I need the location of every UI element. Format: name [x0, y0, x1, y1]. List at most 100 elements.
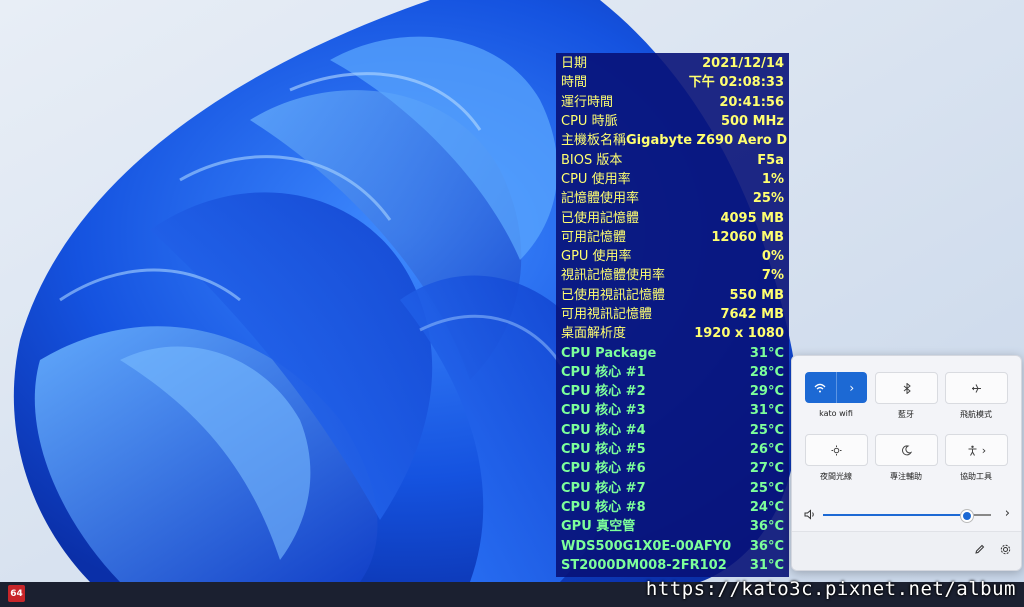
gear-icon[interactable] — [1000, 544, 1011, 555]
pencil-icon[interactable] — [974, 544, 985, 555]
monitor-row-value: 26°C — [749, 442, 784, 458]
monitor-row-value: 25% — [752, 191, 784, 207]
monitor-row-label: GPU 真空管 — [561, 519, 636, 535]
monitor-row-label: CPU 核心 #1 — [561, 364, 646, 380]
volume-row: › — [804, 506, 1010, 524]
accessibility-icon — [967, 445, 978, 456]
monitor-row-label: 視訊記憶體使用率 — [561, 268, 666, 284]
monitor-row-value: 31°C — [749, 557, 784, 573]
monitor-row-value: 29°C — [749, 384, 784, 400]
wifi-expand-chevron-icon[interactable]: › — [837, 372, 868, 403]
monitor-row-value: 25°C — [749, 480, 784, 496]
monitor-row-value: 27°C — [749, 461, 784, 477]
monitor-row-label: BIOS 版本 — [561, 152, 623, 168]
volume-slider-fill — [823, 514, 968, 516]
wifi-label: kato wifi — [819, 409, 853, 418]
monitor-row-label: WDS500G1X0E-00AFY0 — [561, 538, 732, 554]
monitor-row: BIOS 版本 F5a — [561, 150, 784, 169]
watermark-text: https://kato3c.pixnet.net/album — [645, 578, 1016, 600]
monitor-row-label: 已使用視訊記憶體 — [561, 287, 666, 303]
monitor-row-value: 1920 x 1080 — [694, 326, 784, 342]
monitor-row: 已使用視訊記憶體 550 MB — [561, 286, 784, 305]
monitor-row: 運行時間 20:41:56 — [561, 93, 784, 112]
monitor-row-label: 已使用記憶體 — [561, 210, 640, 226]
monitor-row-label: ST2000DM008-2FR102 — [561, 557, 727, 573]
quick-settings-flyout: › kato wifi 藍牙 飛航模式 夜間光線 專注輔助 › 協助工具 › — [791, 355, 1022, 571]
bluetooth-label: 藍牙 — [898, 410, 914, 419]
monitor-row: CPU 核心 #7 25°C — [561, 479, 784, 498]
monitor-row-value: 1% — [761, 171, 784, 187]
monitor-row: CPU 核心 #6 27°C — [561, 459, 784, 478]
quick-settings-footer — [792, 531, 1021, 570]
monitor-row-label: CPU Package — [561, 345, 657, 361]
accessibility-tile[interactable]: › — [945, 434, 1008, 466]
bluetooth-tile[interactable] — [875, 372, 938, 404]
monitor-row-value: 31°C — [749, 345, 784, 361]
monitor-row: CPU 核心 #2 29°C — [561, 382, 784, 401]
airplane-mode-tile[interactable] — [945, 372, 1008, 404]
monitor-row: 可用記憶體 12060 MB — [561, 228, 784, 247]
monitor-row-value: 下午 02:08:33 — [688, 75, 784, 91]
monitor-row-label: 桌面解析度 — [561, 326, 627, 342]
monitor-row: CPU 核心 #8 24°C — [561, 498, 784, 517]
wifi-toggle-tile[interactable]: › — [805, 372, 867, 403]
accessibility-label: 協助工具 — [960, 472, 992, 481]
monitor-row-value: 7642 MB — [720, 307, 784, 322]
monitor-row-value: 0% — [761, 249, 784, 265]
monitor-row: CPU 核心 #3 31°C — [561, 401, 784, 420]
bluetooth-icon — [903, 382, 911, 394]
monitor-row-value: 31°C — [749, 403, 784, 419]
monitor-row-label: 記憶體使用率 — [561, 191, 640, 207]
monitor-row-value: 2021/12/14 — [702, 56, 784, 72]
monitor-row-value: 36°C — [749, 538, 784, 554]
focus-assist-tile[interactable] — [875, 434, 938, 466]
monitor-row: 已使用記憶體 4095 MB — [561, 208, 784, 227]
focus-assist-label: 專注輔助 — [890, 472, 922, 481]
wifi-icon[interactable] — [805, 372, 836, 403]
monitor-row: 桌面解析度 1920 x 1080 — [561, 324, 784, 343]
monitor-row-label: CPU 核心 #2 — [561, 384, 646, 400]
airplane-icon — [971, 383, 982, 394]
monitor-row: GPU 真空管 36°C — [561, 517, 784, 536]
speaker-icon[interactable] — [804, 509, 816, 520]
monitor-row-label: CPU 使用率 — [561, 171, 631, 187]
monitor-row-label: CPU 核心 #7 — [561, 480, 646, 496]
monitor-row-label: 可用視訊記憶體 — [561, 307, 653, 322]
hardware-monitor-panel: 日期 2021/12/14 時間 下午 02:08:33 運行時間 20:41:56 CPU… — [556, 53, 789, 577]
monitor-row-label: CPU 核心 #5 — [561, 442, 646, 458]
sun-icon — [831, 445, 842, 456]
monitor-row-label: CPU 時脈 — [561, 114, 618, 130]
monitor-row: 記憶體使用率 25% — [561, 189, 784, 208]
monitor-row-label: 運行時間 — [561, 94, 614, 110]
monitor-row-value: 20:41:56 — [719, 94, 784, 110]
monitor-row-value: 12060 MB — [711, 229, 784, 245]
monitor-row: CPU 時脈 500 MHz — [561, 112, 784, 131]
night-light-tile[interactable] — [805, 434, 868, 466]
monitor-row-label: CPU 核心 #6 — [561, 461, 646, 477]
moon-icon — [901, 444, 912, 456]
monitor-row: GPU 使用率 0% — [561, 247, 784, 266]
monitor-row-value: 36°C — [749, 519, 784, 535]
monitor-row: CPU Package 31°C — [561, 343, 784, 362]
monitor-row: 主機板名稱 Gigabyte Z690 Aero D — [561, 131, 787, 150]
monitor-row-label: 主機板名稱 — [561, 133, 627, 149]
accessibility-chevron-icon: › — [981, 443, 987, 457]
monitor-row: 日期 2021/12/14 — [561, 54, 784, 73]
monitor-row-value: 24°C — [749, 499, 784, 515]
monitor-row-label: GPU 使用率 — [561, 249, 632, 265]
monitor-row-label: 日期 — [561, 56, 588, 72]
monitor-row-value: 4095 MB — [720, 210, 784, 226]
monitor-row-label: CPU 核心 #4 — [561, 422, 646, 438]
volume-slider-thumb[interactable] — [961, 510, 974, 522]
monitor-row-label: 可用記憶體 — [561, 229, 627, 245]
monitor-row: ST2000DM008-2FR102 31°C — [561, 556, 784, 575]
tray-app-badge[interactable]: 64 — [8, 585, 25, 602]
monitor-row-value: 28°C — [749, 364, 784, 380]
monitor-row-value: 500 MHz — [720, 114, 784, 130]
monitor-row: 時間 下午 02:08:33 — [561, 73, 784, 92]
monitor-row-label: CPU 核心 #3 — [561, 403, 646, 419]
volume-slider[interactable] — [823, 510, 991, 522]
monitor-row: 視訊記憶體使用率 7% — [561, 266, 784, 285]
monitor-row: CPU 核心 #5 26°C — [561, 440, 784, 459]
audio-output-chevron-icon[interactable]: › — [1005, 506, 1010, 521]
